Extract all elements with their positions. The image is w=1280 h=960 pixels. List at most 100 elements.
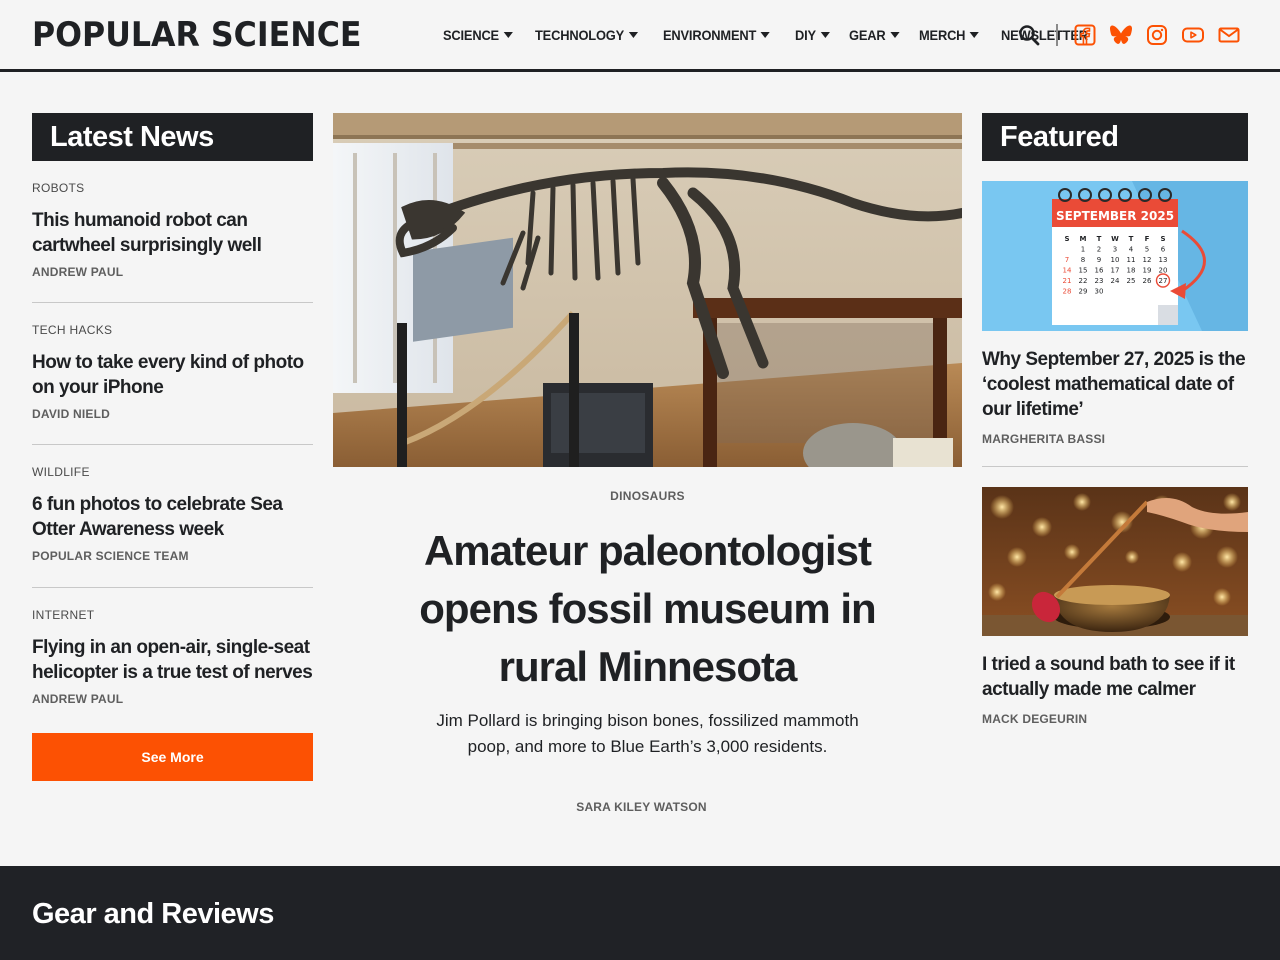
calendar-day: 30 [1095,288,1104,296]
calendar-month-label: SEPTEMBER 2025 [1056,209,1174,223]
mail-icon[interactable] [1216,22,1242,48]
calendar-day: 4 [1129,246,1134,254]
news-author[interactable]: ANDREW PAUL [32,692,313,706]
featured-title[interactable]: Why September 27, 2025 is the ‘coolest m… [982,347,1248,422]
featured-image-calendar[interactable]: SEPTEMBER 2025 S M T W T F S 1 2 3 4 5 6 7 8 9 10 11 12 13 1… [982,181,1248,331]
calendar-day: 22 [1079,277,1088,285]
calendar-day: 26 [1143,277,1152,285]
calendar-day: 1 [1081,246,1085,254]
calendar-day: 18 [1127,267,1136,275]
calendar-day: 17 [1111,267,1120,275]
main-story-category[interactable]: DINOSAURS [333,489,962,503]
calendar-weekday: W [1111,235,1119,243]
divider [32,587,313,588]
nav-label: GEAR [848,27,886,43]
calendar-day: 6 [1161,246,1166,254]
featured-author[interactable]: MARGHERITA BASSI [982,432,1105,446]
gear-reviews-section: Gear and Reviews [0,866,1280,960]
calendar-day: 8 [1081,256,1085,264]
calendar-day: 5 [1145,246,1149,254]
main-story-author[interactable]: SARA KILEY WATSON [333,800,950,814]
nav-label: TECHNOLOGY [534,27,624,43]
calendar-day: 12 [1143,256,1152,264]
calendar-day: 14 [1063,267,1072,275]
bluesky-icon[interactable] [1108,22,1134,48]
header-icons [1016,22,1242,48]
news-title[interactable]: Flying in an open-air, single-seat helic… [32,635,313,685]
youtube-icon[interactable] [1180,22,1206,48]
featured-author[interactable]: MACK DEGEURIN [982,712,1087,726]
calendar-day: 16 [1095,267,1104,275]
news-title[interactable]: How to take every kind of photo on your … [32,350,313,400]
calendar-weekday: T [1129,235,1134,243]
latest-news-heading: Latest News [32,113,313,161]
nav-item-technology[interactable]: TECHNOLOGY [535,27,638,43]
calendar-day: 23 [1095,277,1104,285]
calendar-day: 20 [1159,267,1168,275]
calendar-day: 29 [1079,288,1088,296]
nav-item-diy[interactable]: DIY [795,27,830,43]
main-nav: SCIENCE TECHNOLOGY ENVIRONMENT DIY GEAR … [443,24,1111,46]
calendar-day: 25 [1127,277,1136,285]
calendar-day: 2 [1097,246,1101,254]
divider [32,302,313,303]
news-category[interactable]: ROBOTS [32,181,313,195]
nav-item-merch[interactable]: MERCH [919,27,980,43]
news-category[interactable]: TECH HACKS [32,323,313,337]
list-item: WILDLIFE 6 fun photos to celebrate Sea O… [32,465,313,563]
news-title[interactable]: This humanoid robot can cartwheel surpri… [32,208,313,258]
nav-label: ENVIRONMENT [662,27,756,43]
featured-title[interactable]: I tried a sound bath to see if it actual… [982,652,1248,702]
news-category[interactable]: INTERNET [32,608,313,622]
news-author[interactable]: DAVID NIELD [32,407,313,421]
nav-label: SCIENCE [443,27,499,43]
see-more-button[interactable]: See More [32,733,313,781]
calendar-weekday: S [1160,235,1165,243]
main-story-dek: Jim Pollard is bringing bison bones, fos… [436,711,859,756]
calendar-weekday: T [1097,235,1102,243]
header-divider [1056,24,1058,46]
news-author[interactable]: ANDREW PAUL [32,265,313,279]
chevron-down-icon [889,32,899,38]
nav-label: MERCH [919,27,966,43]
calendar-day: 3 [1113,246,1117,254]
list-item: INTERNET Flying in an open-air, single-s… [32,608,313,706]
featured-image-singing-bowl[interactable] [982,487,1248,636]
calendar-day: 10 [1111,256,1120,264]
news-author[interactable]: POPULAR SCIENCE TEAM [32,549,313,563]
divider [982,466,1248,467]
calendar-day: 13 [1159,256,1168,264]
calendar-day: 27 [1159,277,1168,285]
calendar-day: 24 [1111,277,1120,285]
hero-image-dinosaur-skeleton[interactable] [333,113,962,467]
list-item: TECH HACKS How to take every kind of pho… [32,323,313,421]
divider [32,444,313,445]
calendar-weekday: S [1064,235,1069,243]
site-logo[interactable]: POPULAR SCIENCE [32,16,361,54]
calendar-day: 19 [1143,267,1152,275]
calendar-day: 11 [1127,256,1136,264]
main-story-title[interactable]: Amateur paleontologist opens fossil muse… [373,522,922,696]
list-item: ROBOTS This humanoid robot can cartwheel… [32,181,313,279]
nav-item-environment[interactable]: ENVIRONMENT [663,27,770,43]
chevron-down-icon [628,32,638,38]
chevron-down-icon [970,32,980,38]
calendar-weekday: M [1080,235,1087,243]
site-header: POPULAR SCIENCE SCIENCE TECHNOLOGY ENVIR… [0,0,1280,72]
calendar-day: 9 [1097,256,1101,264]
chevron-down-icon [503,32,513,38]
news-category[interactable]: WILDLIFE [32,465,313,479]
chevron-down-icon [820,32,830,38]
nav-item-science[interactable]: SCIENCE [443,27,513,43]
calendar-day: 28 [1063,288,1072,296]
calendar-weekday: F [1145,235,1150,243]
facebook-icon[interactable] [1072,22,1098,48]
nav-item-gear[interactable]: GEAR [849,27,899,43]
news-title[interactable]: 6 fun photos to celebrate Sea Otter Awar… [32,492,313,542]
instagram-icon[interactable] [1144,22,1170,48]
search-icon[interactable] [1016,22,1042,48]
calendar-day: 15 [1079,267,1088,275]
calendar-day: 21 [1063,277,1072,285]
nav-label: DIY [794,27,816,43]
chevron-down-icon [760,32,770,38]
